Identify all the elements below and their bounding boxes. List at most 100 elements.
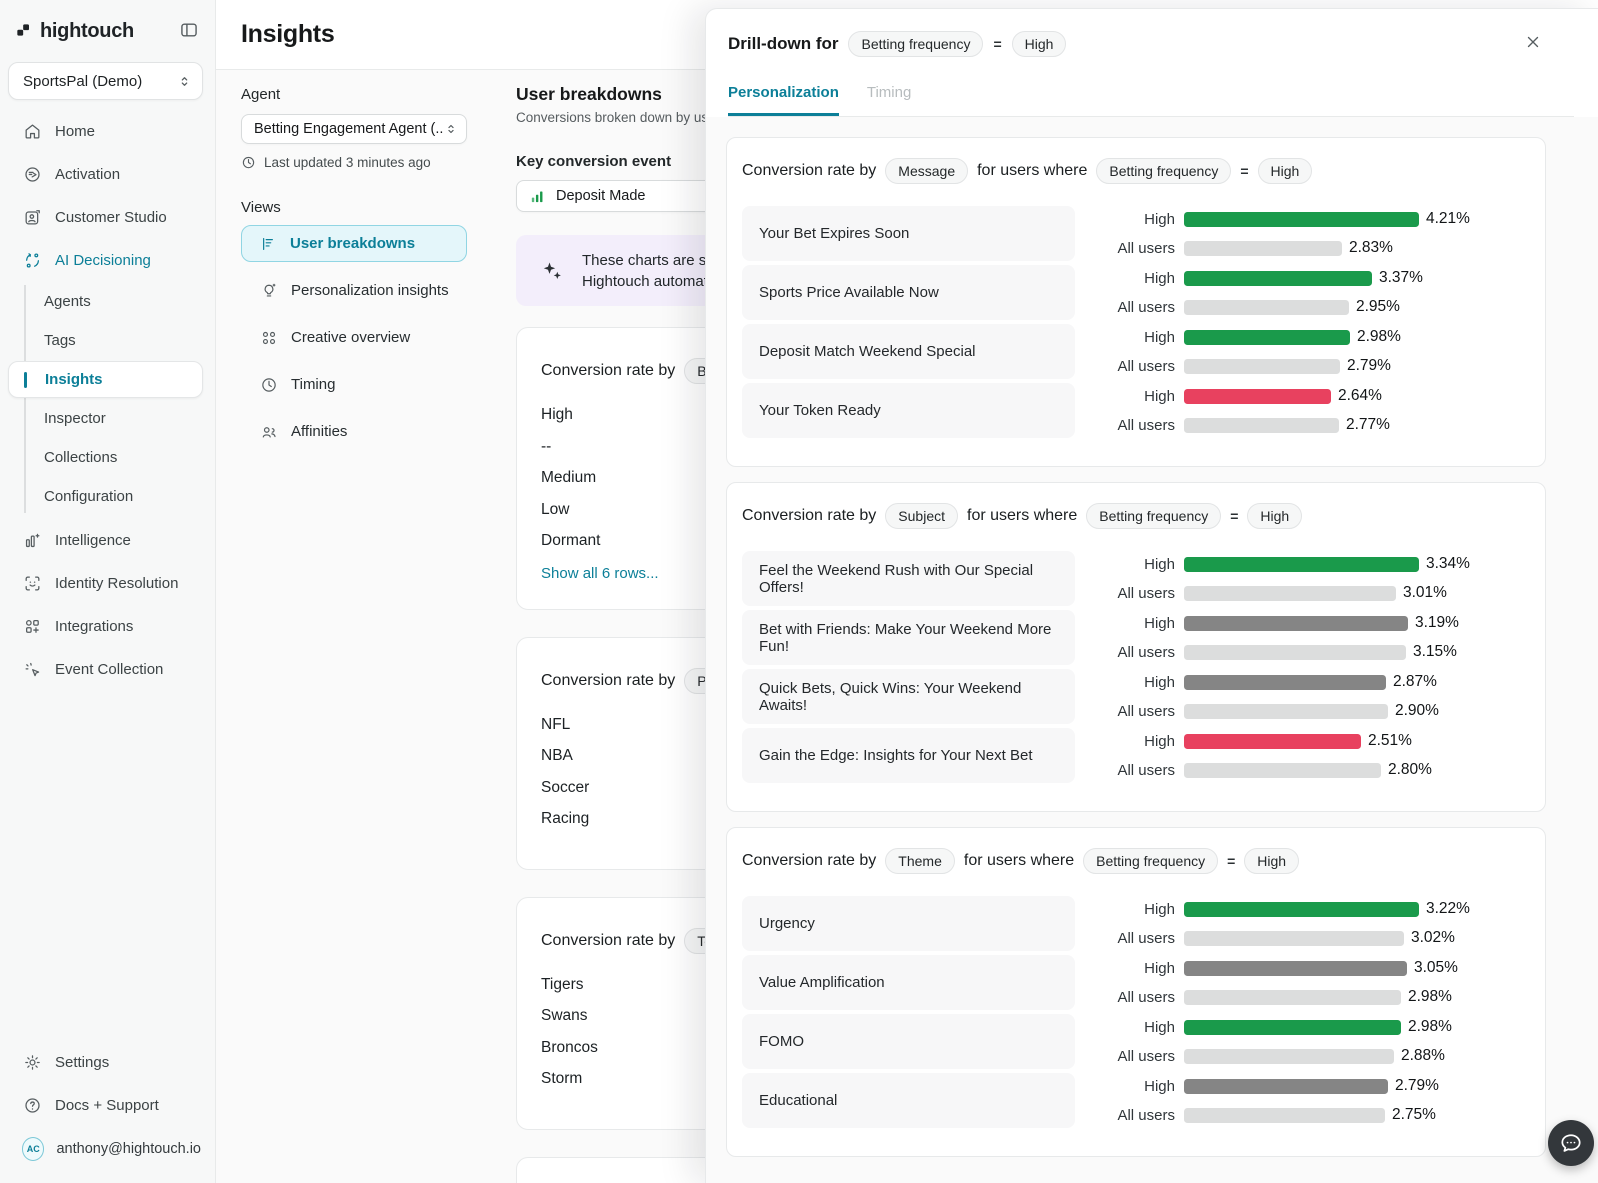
drilldown-body: Conversion rate by Message for users whe… <box>706 117 1598 1183</box>
drilldown-row-label: Sports Price Available Now <box>742 265 1075 320</box>
sidebar-item-intelligence[interactable]: Intelligence <box>0 519 215 562</box>
drilldown-card: Conversion rate by Subject for users whe… <box>726 482 1546 812</box>
value-pill[interactable]: High <box>1244 848 1299 874</box>
all-users-bar-line: All users 3.01% <box>1079 584 1527 602</box>
value-pill[interactable]: High <box>1247 503 1302 529</box>
all-users-value: 3.02% <box>1411 929 1455 947</box>
sidebar-item-customer-studio[interactable]: Customer Studio <box>0 196 215 239</box>
high-value: 3.37% <box>1379 269 1423 287</box>
settings-icon <box>23 1053 42 1072</box>
close-button[interactable] <box>1524 33 1542 55</box>
drilldown-row-label: Gain the Edge: Insights for Your Next Be… <box>742 728 1075 783</box>
high-bar <box>1184 212 1419 227</box>
grid-icon <box>260 329 278 347</box>
view-item-personalization-insights[interactable]: Personalization insights <box>241 272 467 309</box>
panel-collapse-icon <box>179 20 199 40</box>
drilldown-row-label: Your Token Ready <box>742 383 1075 438</box>
sidebar-item-inspector[interactable]: Inspector <box>0 399 215 438</box>
high-value: 3.34% <box>1426 555 1470 573</box>
chat-button[interactable] <box>1548 1120 1594 1166</box>
series-label: High <box>1079 1078 1175 1095</box>
tab-timing[interactable]: Timing <box>867 84 911 116</box>
chart-bars-icon <box>529 188 546 205</box>
view-item-user-breakdowns[interactable]: User breakdowns <box>241 225 467 262</box>
view-item-creative-overview[interactable]: Creative overview <box>241 319 467 356</box>
series-label: High <box>1079 901 1175 918</box>
high-value: 4.21% <box>1426 210 1470 228</box>
all-users-bar-line: All users 2.95% <box>1079 298 1527 316</box>
high-value: 3.05% <box>1414 959 1458 977</box>
drilldown-row: Value Amplification High 3.05% All users… <box>742 955 1527 1010</box>
filter-pill[interactable]: Betting frequency <box>1096 158 1231 184</box>
sidebar-item-agents[interactable]: Agents <box>0 282 215 321</box>
series-label: High <box>1079 960 1175 977</box>
drilldown-row-label: FOMO <box>742 1014 1075 1069</box>
filter-pill[interactable]: Betting frequency <box>1086 503 1221 529</box>
workspace-name: SportsPal (Demo) <box>23 73 142 90</box>
chevron-updown-icon <box>444 122 458 136</box>
series-label: High <box>1079 270 1175 287</box>
high-bar-line: High 2.98% <box>1079 1018 1527 1036</box>
series-label: All users <box>1079 299 1175 316</box>
sidebar-item-tags[interactable]: Tags <box>0 321 215 360</box>
filter-pill[interactable]: Betting frequency <box>1083 848 1218 874</box>
sidebar-item-home[interactable]: Home <box>0 110 215 153</box>
all-users-value: 3.01% <box>1403 584 1447 602</box>
high-value: 2.79% <box>1395 1077 1439 1095</box>
logo-text: hightouch <box>40 20 134 43</box>
high-bar <box>1184 961 1407 976</box>
all-users-value: 2.88% <box>1401 1047 1445 1065</box>
drilldown-value-pill[interactable]: High <box>1012 31 1067 57</box>
page-title: Insights <box>241 20 334 49</box>
collapse-sidebar-button[interactable] <box>179 20 199 43</box>
sidebar-item-identity-resolution[interactable]: Identity Resolution <box>0 562 215 605</box>
dimension-pill[interactable]: Subject <box>885 503 958 529</box>
drilldown-row: Urgency High 3.22% All users 3.02% <box>742 896 1527 951</box>
sidebar-item-ai-decisioning[interactable]: AI Decisioning <box>0 239 215 282</box>
filters-column: Agent Betting Engagement Agent (... Last… <box>241 86 467 460</box>
all-users-bar-line: All users 2.90% <box>1079 702 1527 720</box>
value-pill[interactable]: High <box>1258 158 1313 184</box>
sidebar-item-activation[interactable]: Activation <box>0 153 215 196</box>
agent-selector[interactable]: Betting Engagement Agent (... <box>241 114 467 144</box>
workspace-selector[interactable]: SportsPal (Demo) <box>8 62 203 100</box>
all-users-value: 2.80% <box>1388 761 1432 779</box>
drilldown-filter-pill[interactable]: Betting frequency <box>848 31 983 57</box>
card-title: Conversion rate by <box>541 932 675 950</box>
equals-sign: = <box>1240 163 1248 179</box>
tab-personalization[interactable]: Personalization <box>728 84 839 116</box>
drilldown-panel: Drill-down for Betting frequency = High … <box>705 8 1598 1183</box>
series-label: High <box>1079 211 1175 228</box>
high-bar <box>1184 675 1386 690</box>
drilldown-row: Sports Price Available Now High 3.37% Al… <box>742 265 1527 320</box>
drilldown-row: Educational High 2.79% All users 2.75% <box>742 1073 1527 1128</box>
clock-icon <box>260 376 278 394</box>
series-label: High <box>1079 329 1175 346</box>
drilldown-row-label: Deposit Match Weekend Special <box>742 324 1075 379</box>
view-item-affinities[interactable]: Affinities <box>241 413 467 450</box>
logo-row: hightouch <box>0 0 215 46</box>
user-account[interactable]: AC anthony@hightouch.io <box>0 1127 215 1171</box>
dimension-pill[interactable]: Message <box>885 158 968 184</box>
drilldown-row-label: Educational <box>742 1073 1075 1128</box>
sidebar-item-configuration[interactable]: Configuration <box>0 477 215 516</box>
drilldown-card-header: Conversion rate by Theme for users where… <box>742 848 1527 874</box>
sidebar-item-insights[interactable]: Insights <box>8 361 203 398</box>
sidebar-item-docs-support[interactable]: Docs + Support <box>0 1084 215 1127</box>
series-label: High <box>1079 674 1175 691</box>
drilldown-row: Deposit Match Weekend Special High 2.98%… <box>742 324 1527 379</box>
high-bar <box>1184 271 1372 286</box>
sidebar-item-collections[interactable]: Collections <box>0 438 215 477</box>
series-label: High <box>1079 1019 1175 1036</box>
drilldown-row-label: Value Amplification <box>742 955 1075 1010</box>
series-label: All users <box>1079 930 1175 947</box>
view-item-timing[interactable]: Timing <box>241 366 467 403</box>
sidebar-item-settings[interactable]: Settings <box>0 1041 215 1084</box>
sidebar-nav-mid: IntelligenceIdentity ResolutionIntegrati… <box>0 519 215 691</box>
show-all-rows-link[interactable]: Show all 6 rows... <box>541 565 659 582</box>
dimension-pill[interactable]: Theme <box>885 848 955 874</box>
sidebar-item-event-collection[interactable]: Event Collection <box>0 648 215 691</box>
series-label: All users <box>1079 644 1175 661</box>
all-users-bar-line: All users 2.79% <box>1079 357 1527 375</box>
sidebar-item-integrations[interactable]: Integrations <box>0 605 215 648</box>
